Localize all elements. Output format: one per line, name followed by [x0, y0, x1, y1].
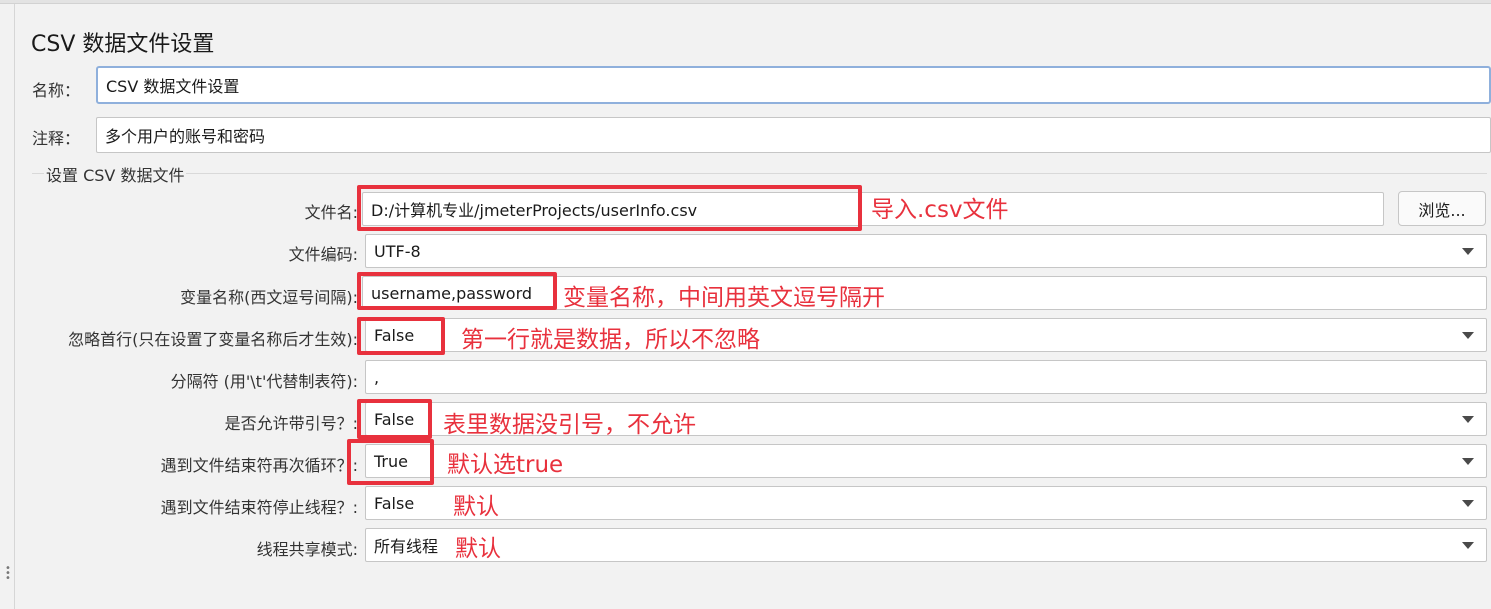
delimiter-label: 分隔符 (用'\t'代替制表符): — [170, 372, 358, 391]
annotation-ignore-first: 第一行就是数据，所以不忽略 — [461, 327, 760, 353]
annotation-recycle: 默认选true — [447, 452, 564, 478]
annotation-varnames: 变量名称，中间用英文逗号隔开 — [563, 285, 885, 311]
stop-select[interactable]: False — [365, 486, 1487, 520]
filename-label: 文件名: — [304, 203, 358, 222]
delimiter-input[interactable]: , — [365, 360, 1487, 394]
stop-label: 遇到文件结束符停止线程？: — [160, 498, 358, 517]
comment-input[interactable]: 多个用户的账号和密码 — [96, 117, 1491, 153]
group-title: 设置 CSV 数据文件 — [44, 162, 187, 186]
ignore-first-label: 忽略首行(只在设置了变量名称后才生效): — [68, 330, 358, 349]
page-title: CSV 数据文件设置 — [31, 32, 215, 57]
comment-input-value: 多个用户的账号和密码 — [105, 127, 266, 146]
annotation-share: 默认 — [455, 536, 501, 562]
chevron-down-icon — [1462, 248, 1474, 255]
annotation-filename: 导入.csv文件 — [871, 197, 1009, 223]
chevron-down-icon — [1462, 542, 1474, 549]
stop-select-value: False — [374, 493, 415, 513]
encoding-select-value: UTF-8 — [374, 241, 421, 261]
splitter-line — [14, 4, 15, 609]
quoted-label: 是否允许带引号？: — [224, 414, 358, 433]
varnames-input[interactable]: username,password — [362, 276, 1487, 310]
browse-button[interactable]: 浏览... — [1398, 191, 1486, 226]
share-select-value: 所有线程 — [374, 537, 439, 556]
chevron-down-icon — [1462, 332, 1474, 339]
chevron-down-icon — [1462, 458, 1474, 465]
chevron-down-icon — [1462, 500, 1474, 507]
annotation-stop: 默认 — [453, 494, 499, 520]
name-input[interactable]: CSV 数据文件设置 — [96, 66, 1491, 104]
quoted-select-value: False — [374, 409, 415, 429]
annotation-quoted: 表里数据没引号，不允许 — [443, 412, 696, 438]
group-border — [32, 173, 1487, 174]
varnames-label: 变量名称(西文逗号间隔): — [180, 288, 358, 307]
top-border — [0, 0, 1491, 4]
delimiter-input-value: , — [374, 367, 380, 387]
name-input-value: CSV 数据文件设置 — [106, 77, 240, 96]
share-select[interactable]: 所有线程 — [365, 528, 1487, 562]
recycle-select-value: True — [374, 451, 408, 471]
comment-label: 注释： — [32, 129, 81, 148]
name-label: 名称： — [32, 81, 81, 100]
encoding-select[interactable]: UTF-8 — [365, 234, 1487, 268]
splitter-grip-icon[interactable]: • • • — [5, 564, 11, 584]
filename-input-value: D:/计算机专业/jmeterProjects/userInfo.csv — [371, 201, 698, 220]
recycle-label: 遇到文件结束符再次循环？: — [160, 456, 358, 475]
ignore-first-select-value: False — [374, 325, 415, 345]
chevron-down-icon — [1462, 416, 1474, 423]
varnames-input-value: username,password — [371, 283, 533, 303]
share-label: 线程共享模式: — [256, 540, 358, 559]
encoding-label: 文件编码: — [288, 245, 358, 264]
